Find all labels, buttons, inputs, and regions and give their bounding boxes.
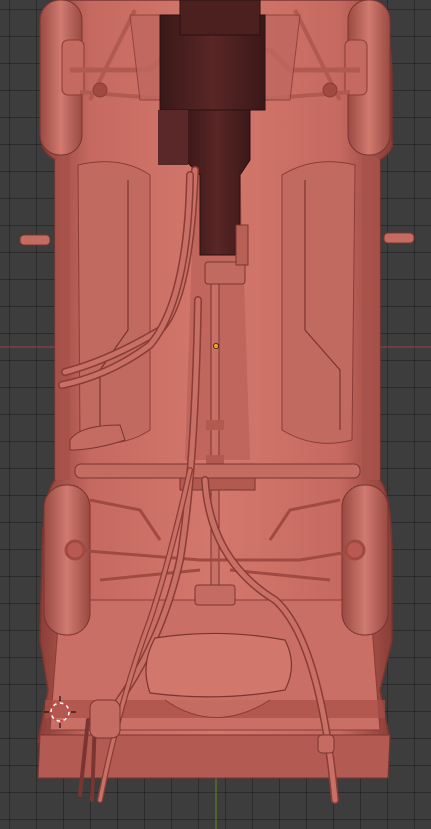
rear-left-wheel[interactable] [43,484,91,636]
left-jack-point [19,234,51,246]
rear-right-wheel[interactable] [341,484,389,636]
scene [0,0,431,829]
3d-viewport[interactable] [0,0,431,829]
object-origin-icon[interactable] [213,343,219,349]
right-jack-point [383,232,415,244]
